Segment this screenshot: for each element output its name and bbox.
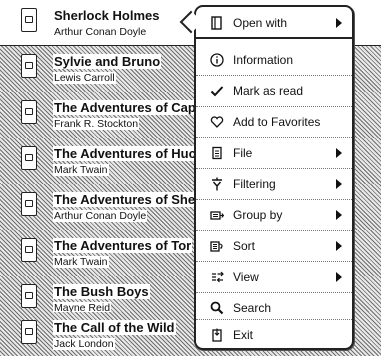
menu-item-label: Information (233, 52, 294, 67)
book-author: Lewis Carroll (53, 72, 116, 84)
menu-item-label: Add to Favorites (233, 115, 321, 129)
chevron-right-icon (336, 179, 342, 189)
book-icon (21, 284, 37, 308)
exit-icon (210, 328, 224, 342)
book-title: The Adventures of Huc (53, 146, 197, 161)
book-title: The Adventures of Cap (53, 100, 197, 115)
menu-item-label: Sort (233, 239, 256, 253)
book-title: The Adventures of Tor (53, 238, 193, 253)
book-icon (21, 320, 37, 344)
sort-icon (210, 239, 224, 253)
book-icon (21, 8, 37, 32)
menu-item-group-by[interactable]: Group by (196, 199, 352, 230)
book-title: The Call of the Wild (53, 320, 176, 335)
book-title: The Adventures of She (53, 192, 197, 207)
context-menu: Open with Information Mark as read Add t… (194, 5, 354, 350)
open-with-icon (210, 15, 224, 30)
menu-item-label: Mark as read (233, 84, 304, 98)
menu-item-add-to-favorites[interactable]: Add to Favorites (196, 106, 352, 137)
menu-item-file[interactable]: File (196, 137, 352, 168)
chevron-right-icon (336, 272, 342, 282)
menu-item-information[interactable]: Information (196, 44, 352, 75)
view-icon (210, 270, 224, 284)
group-icon (210, 208, 224, 222)
chevron-right-icon (336, 210, 342, 220)
book-icon (21, 192, 37, 216)
book-icon (21, 54, 37, 78)
menu-item-label: Search (233, 301, 272, 315)
book-title: Sylvie and Bruno (53, 54, 162, 69)
menu-item-exit[interactable]: Exit (196, 319, 352, 350)
info-icon (210, 52, 224, 67)
chevron-right-icon (336, 18, 342, 28)
book-title: The Bush Boys (53, 284, 150, 299)
book-icon (21, 238, 37, 262)
menu-item-label: File (233, 146, 253, 160)
heart-icon (210, 115, 224, 129)
chevron-right-icon (336, 148, 342, 158)
menu-item-mark-as-read[interactable]: Mark as read (196, 75, 352, 106)
book-author: Frank R. Stockton (53, 118, 140, 130)
file-icon (210, 146, 224, 160)
menu-item-view[interactable]: View (196, 261, 352, 292)
menu-item-label: Filtering (233, 177, 276, 191)
book-title: Sherlock Holmes (54, 8, 160, 23)
checkmark-icon (210, 84, 224, 98)
menu-item-label: View (233, 270, 259, 284)
menu-item-label: Open with (233, 15, 288, 30)
menu-item-sort[interactable]: Sort (196, 230, 352, 261)
book-author: Jack London (53, 338, 115, 350)
book-icon (21, 146, 37, 170)
menu-item-open-with[interactable]: Open with (196, 8, 352, 39)
filter-icon (210, 177, 224, 191)
book-author: Mark Twain (53, 256, 109, 268)
menu-item-filtering[interactable]: Filtering (196, 168, 352, 199)
menu-item-label: Exit (233, 328, 254, 342)
chevron-right-icon (336, 241, 342, 251)
book-icon (21, 100, 37, 124)
book-author: Arthur Conan Doyle (54, 26, 147, 38)
book-author: Arthur Conan Doyle (53, 210, 148, 222)
search-icon (210, 301, 224, 315)
menu-item-label: Group by (233, 208, 283, 222)
book-author: Mark Twain (53, 164, 109, 176)
